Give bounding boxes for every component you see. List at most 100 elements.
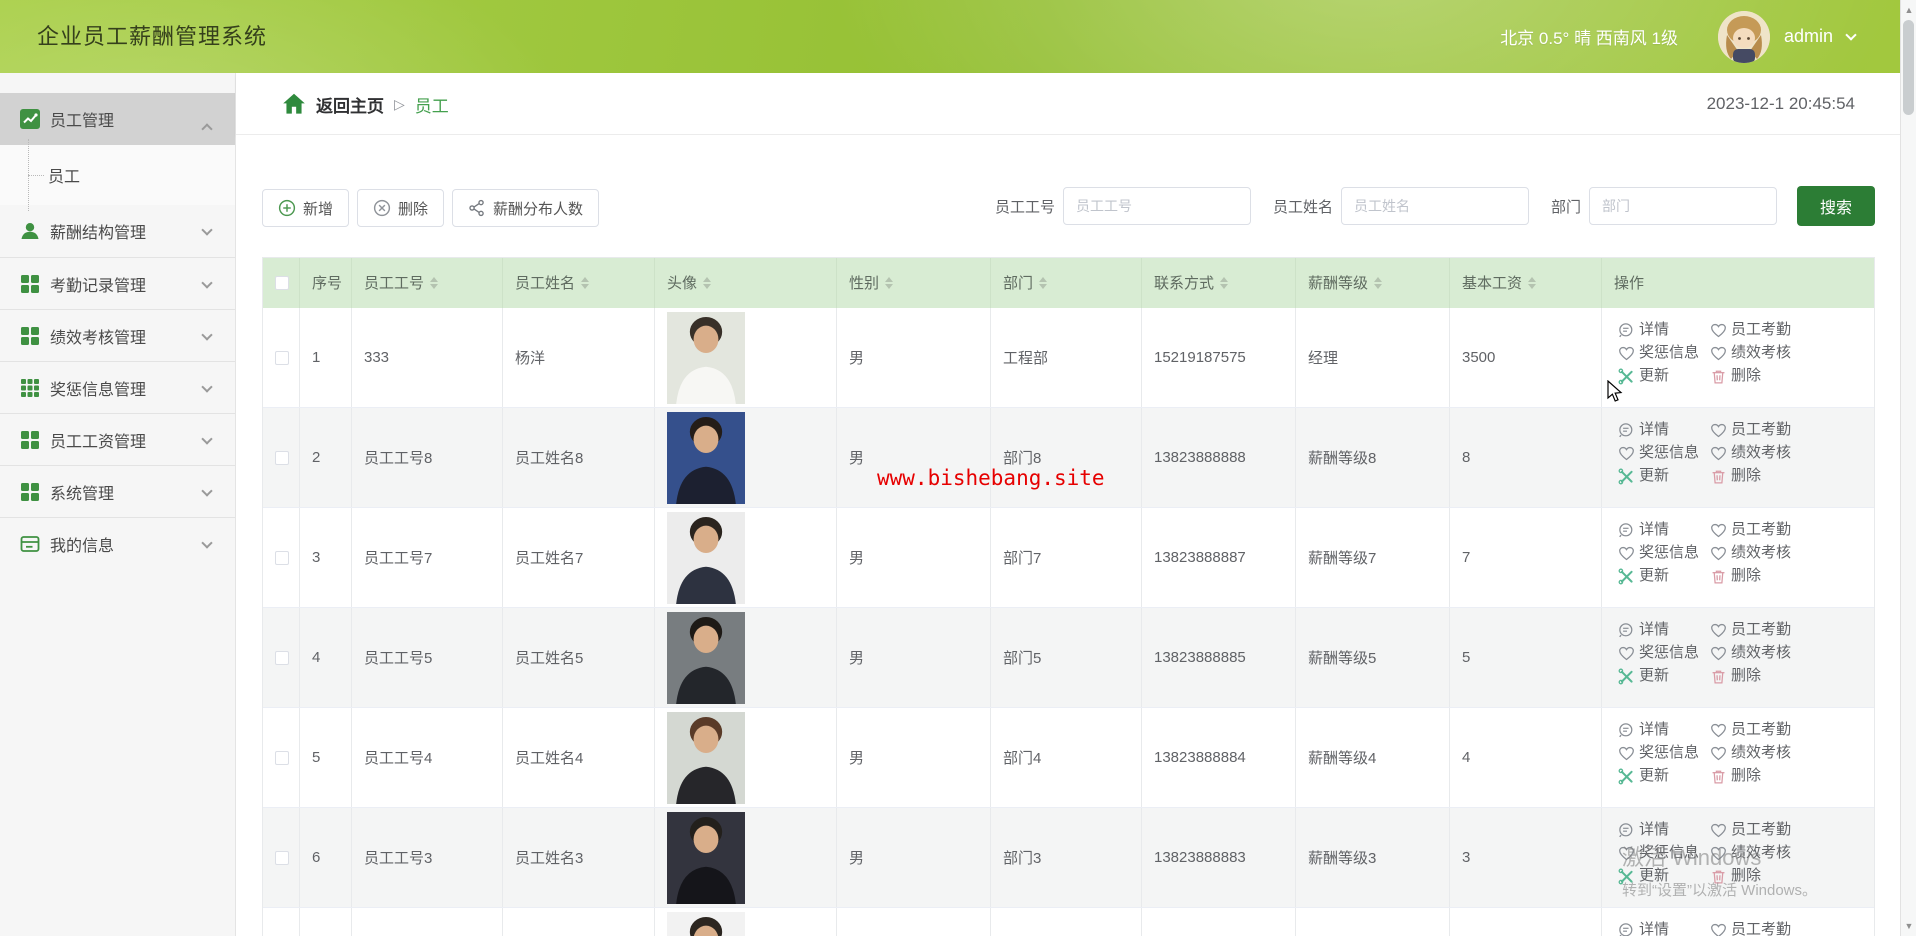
sort-caret-icon[interactable] [1374,277,1383,289]
delete-button[interactable]: 删除 [357,189,445,227]
employee-name-input[interactable] [1340,187,1529,225]
sidebar-item-4[interactable]: 奖惩信息管理 [0,361,235,413]
user-avatar[interactable] [1717,10,1770,63]
performance-link[interactable]: 绩效考核 [1710,544,1850,562]
delete-link[interactable]: 删除 [1710,667,1850,685]
tools-icon [1618,668,1635,685]
performance-link[interactable]: 绩效考核 [1710,744,1850,762]
update-link[interactable]: 更新 [1618,767,1710,785]
sidebar-item-0[interactable]: 员工管理 [0,93,235,145]
sidebar-item-7[interactable]: 我的信息 [0,517,235,569]
delete-link[interactable]: 删除 [1710,467,1850,485]
update-link[interactable]: 更新 [1618,567,1710,585]
department-input[interactable] [1589,187,1777,225]
attendance-link[interactable]: 员工考勤 [1710,321,1850,339]
performance-link[interactable]: 绩效考核 [1710,844,1850,862]
attendance-link[interactable]: 员工考勤 [1710,421,1850,439]
detail-link[interactable]: 详情 [1618,521,1710,539]
row-checkbox[interactable] [275,650,289,665]
row-checkbox-cell [263,808,300,907]
attendance-link[interactable]: 员工考勤 [1710,621,1850,639]
delete-link[interactable]: 删除 [1710,567,1850,585]
sort-caret-icon[interactable] [581,277,590,289]
sidebar-item-6[interactable]: 系统管理 [0,465,235,517]
select-all-checkbox[interactable] [275,276,289,290]
tree-line [28,175,44,176]
cell-department: 部门8 [991,408,1142,507]
salary-distribution-button[interactable]: 薪酬分布人数 [452,189,600,227]
sidebar-subitem-employee[interactable]: 员工 [0,139,235,211]
row-checkbox[interactable] [275,750,289,765]
cell-gender: 男 [837,708,991,807]
detail-link[interactable]: 详情 [1618,621,1710,639]
sidebar-item-1[interactable]: 薪酬结构管理 [0,205,235,257]
performance-link[interactable]: 绩效考核 [1710,444,1850,462]
detail-link[interactable]: 详情 [1618,421,1710,439]
detail-link[interactable]: 详情 [1618,921,1710,936]
sort-caret-icon[interactable] [885,277,894,289]
update-link[interactable]: 更新 [1618,367,1710,385]
sort-caret-icon[interactable] [703,277,712,289]
sidebar-item-5[interactable]: 员工工资管理 [0,413,235,465]
performance-link[interactable]: 绩效考核 [1710,344,1850,362]
update-link[interactable]: 更新 [1618,467,1710,485]
table-header-label: 部门 [1003,274,1034,292]
search-button[interactable]: 搜索 [1797,186,1875,226]
cell-operations: 详情 员工考勤 奖惩信息 绩效考核 更新 删除 [1602,908,1874,936]
detail-icon [1618,322,1635,339]
row-checkbox[interactable] [275,350,289,365]
breadcrumb-home[interactable]: 返回主页 [316,92,384,117]
employee-no-input[interactable] [1062,187,1251,225]
home-icon[interactable] [282,92,306,116]
reward-punishment-link[interactable]: 奖惩信息 [1618,644,1710,662]
table-header-cell: 部门 [991,258,1142,308]
attendance-link[interactable]: 员工考勤 [1710,721,1850,739]
delete-link[interactable]: 删除 [1710,367,1850,385]
cell-index: 2 [300,408,352,507]
detail-link[interactable]: 详情 [1618,821,1710,839]
detail-link[interactable]: 详情 [1618,721,1710,739]
heart-icon [1618,645,1635,662]
chevron-icon [201,123,213,135]
sidebar-item-2[interactable]: 考勤记录管理 [0,257,235,309]
reward-punishment-link[interactable]: 奖惩信息 [1618,844,1710,862]
attendance-link[interactable]: 员工考勤 [1710,821,1850,839]
add-button[interactable]: 新增 [262,189,350,227]
performance-link[interactable]: 绩效考核 [1710,644,1850,662]
chevron-icon [201,380,213,393]
cell-base-salary [1450,908,1602,936]
cell-operations: 详情 员工考勤 奖惩信息 绩效考核 更新 删除 [1602,808,1874,907]
attendance-link[interactable]: 员工考勤 [1710,921,1850,936]
chevron-down-icon[interactable] [1845,28,1857,41]
update-link[interactable]: 更新 [1618,867,1710,885]
cell-employee-no: 员工工号3 [352,808,503,907]
update-link[interactable]: 更新 [1618,667,1710,685]
delete-link[interactable]: 删除 [1710,867,1850,885]
reward-punishment-link[interactable]: 奖惩信息 [1618,544,1710,562]
sort-caret-icon[interactable] [430,277,439,289]
sidebar-subitem-label: 员工 [48,169,81,186]
scrollbar-thumb[interactable] [1903,20,1914,115]
sidebar-item-3[interactable]: 绩效考核管理 [0,309,235,361]
reward-punishment-link[interactable]: 奖惩信息 [1618,344,1710,362]
sort-caret-icon[interactable] [1220,277,1229,289]
scrollbar[interactable]: ▲ ▼ [1900,0,1916,936]
row-checkbox[interactable] [275,550,289,565]
sidebar-item-label: 绩效考核管理 [50,329,147,347]
delete-link[interactable]: 删除 [1710,767,1850,785]
table-header-row: 序号 员工工号 员工姓名 头像 性别 部门 联系方式 薪酬等级 基本工资 操作 [263,258,1874,308]
row-checkbox[interactable] [275,850,289,865]
sort-caret-icon[interactable] [1528,277,1537,289]
chevron-icon [201,224,213,236]
reward-punishment-link[interactable]: 奖惩信息 [1618,744,1710,762]
reward-punishment-link[interactable]: 奖惩信息 [1618,444,1710,462]
attendance-link[interactable]: 员工考勤 [1710,521,1850,539]
detail-link[interactable]: 详情 [1618,321,1710,339]
row-checkbox[interactable] [275,450,289,465]
scroll-up-icon[interactable]: ▲ [1901,2,1916,18]
sort-caret-icon[interactable] [1039,277,1048,289]
username[interactable]: admin [1784,26,1833,47]
trash-icon [1710,468,1727,485]
employee-no-label: 员工工号 [994,198,1055,216]
scroll-down-icon[interactable]: ▼ [1901,918,1916,934]
